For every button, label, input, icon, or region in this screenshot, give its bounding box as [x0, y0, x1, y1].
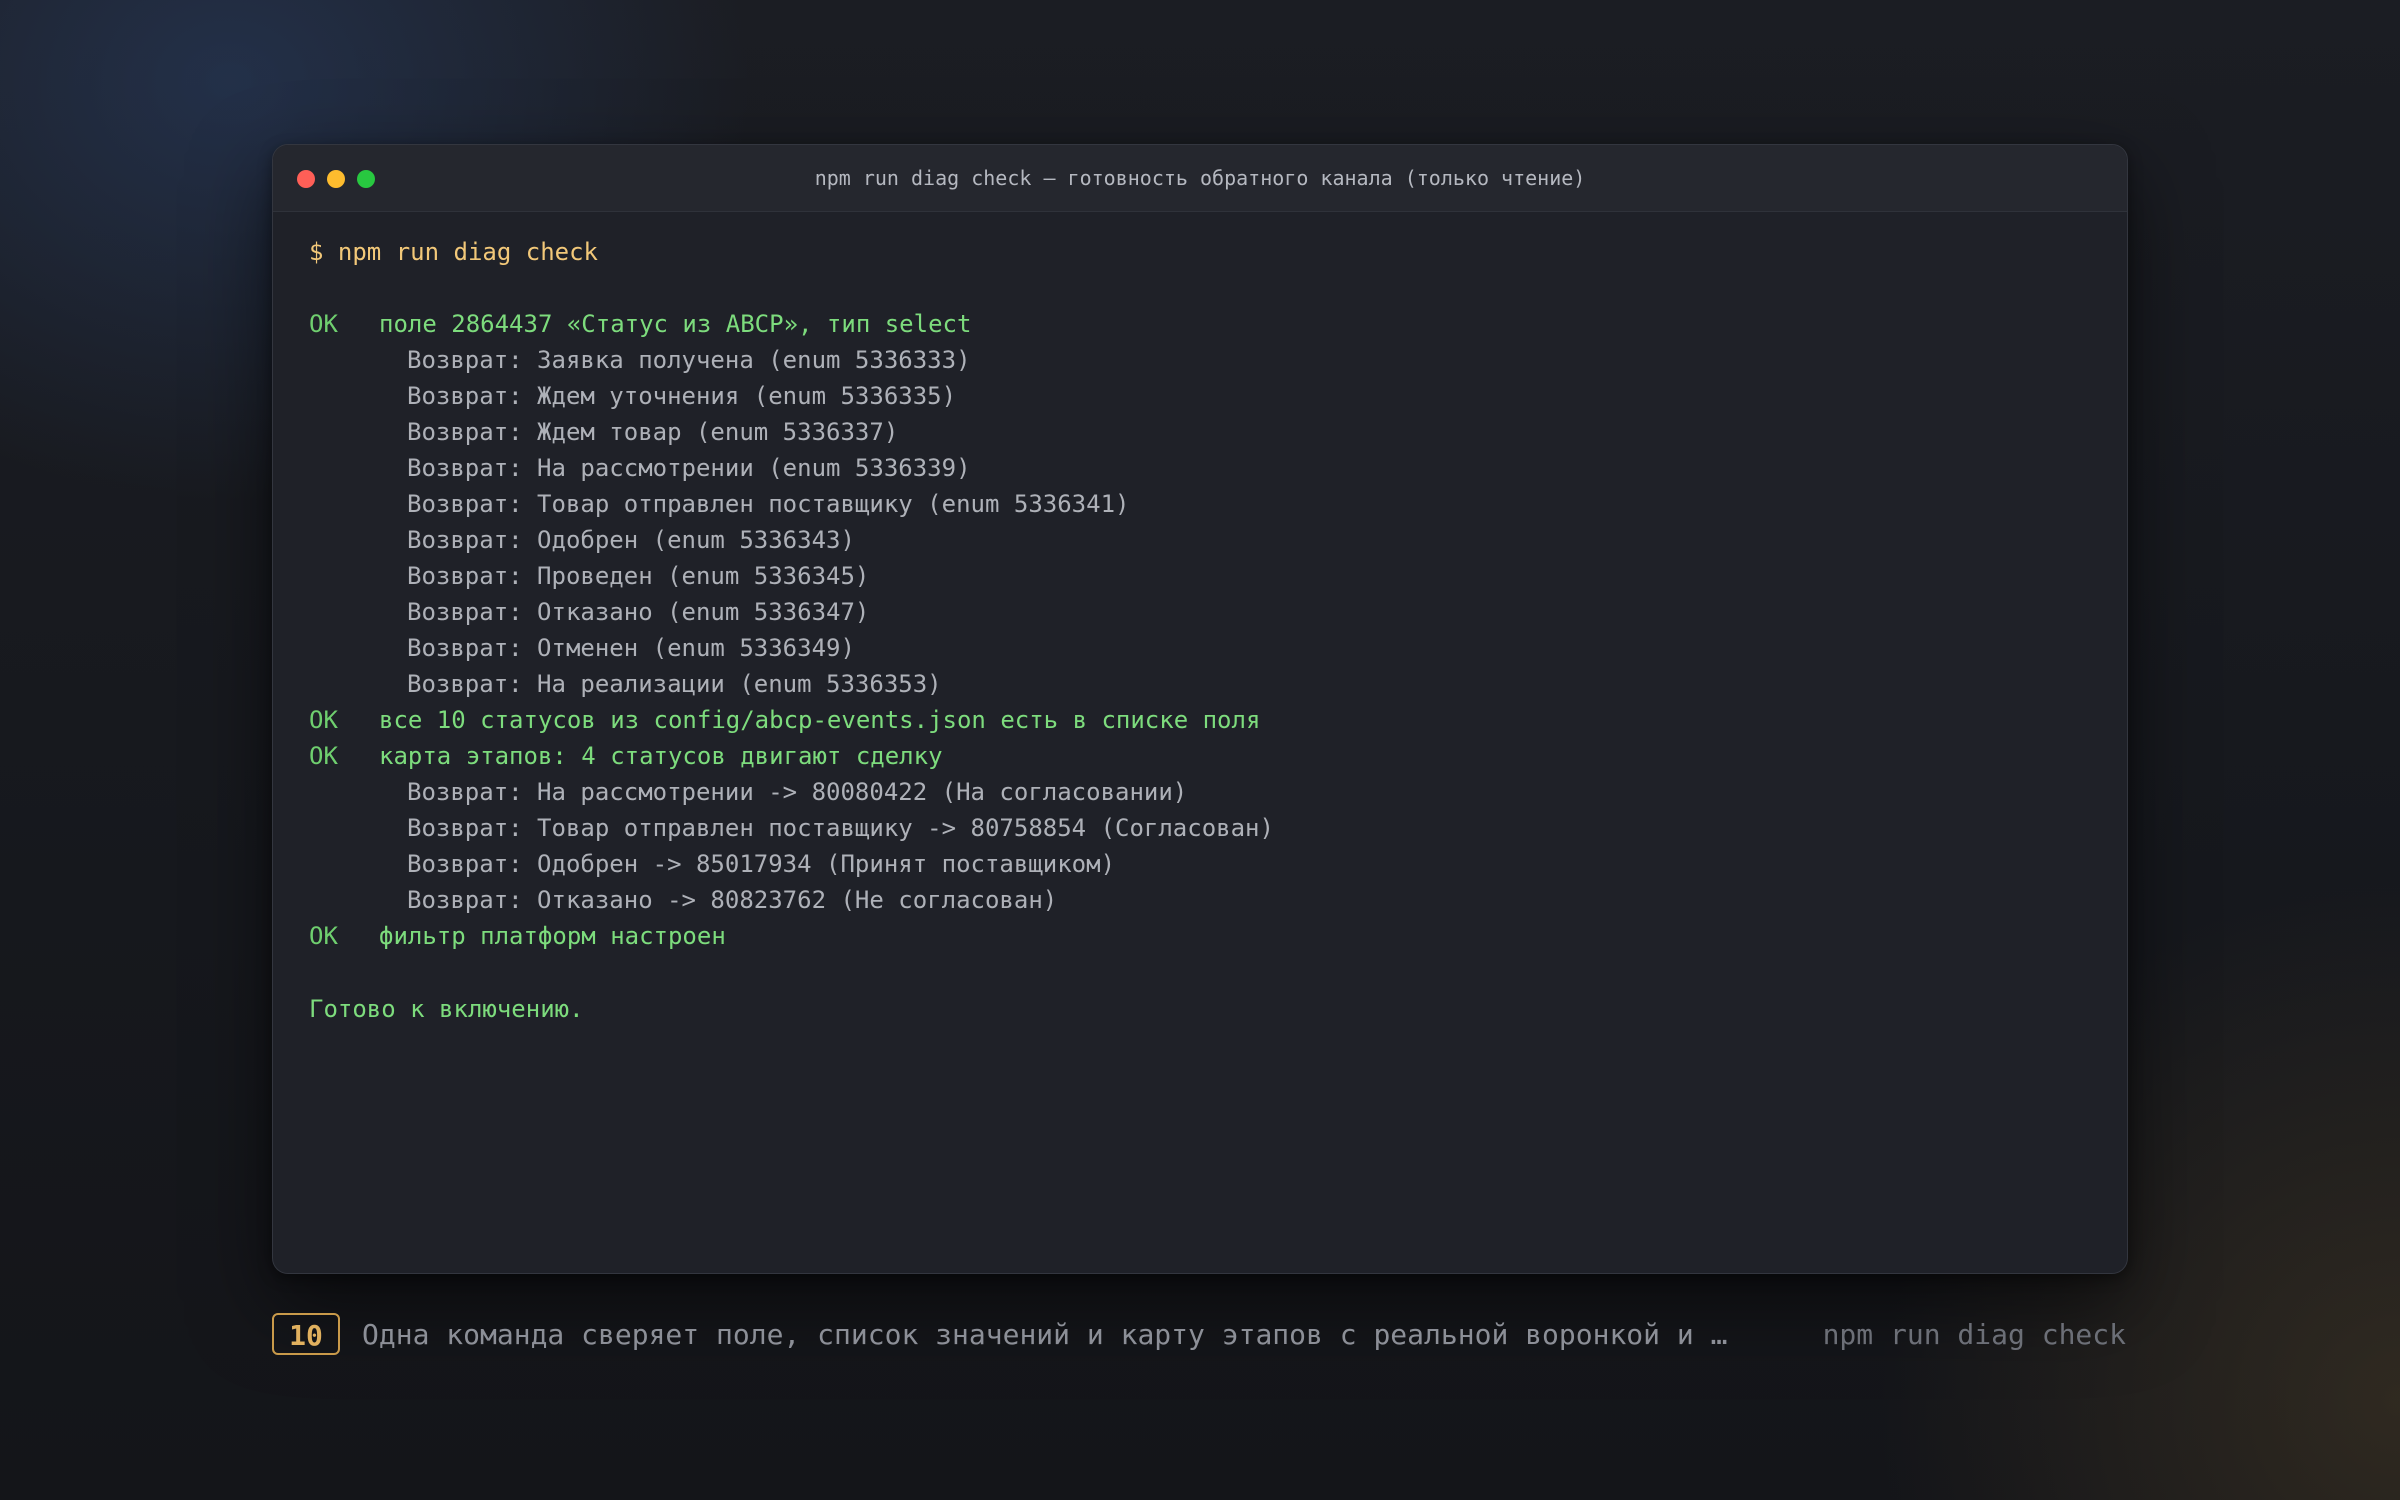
detail-line: Возврат: Отказано -> 80823762 (Не соглас…: [407, 886, 1058, 914]
detail-line: Возврат: Одобрен (enum 5336343): [407, 526, 855, 554]
ok-status: OK: [309, 922, 338, 950]
check-text: фильтр платформ настроен: [379, 922, 726, 950]
detail-line: Возврат: Заявка получена (enum 5336333): [407, 346, 971, 374]
command-hint: npm run diag check: [1822, 1318, 2126, 1351]
check-text: поле 2864437 «Статус из ABCP», тип selec…: [379, 310, 972, 338]
detail-line: Возврат: Отменен (enum 5336349): [407, 634, 855, 662]
detail-line: Возврат: Ждем товар (enum 5336337): [407, 418, 899, 446]
check-text: все 10 статусов из config/abcp-events.js…: [379, 706, 1261, 734]
check-line: OK все 10 статусов из config/abcp-events.…: [309, 702, 1260, 738]
detail-line: Возврат: На реализации (enum 5336353): [407, 670, 942, 698]
window-title: npm run diag check — готовность обратног…: [814, 166, 1586, 190]
check-line: OK фильтр платформ настроен: [309, 918, 726, 954]
command-prompt: $ npm run diag check: [309, 238, 598, 266]
detail-line: Возврат: Одобрен -> 85017934 (Принят пос…: [407, 850, 1116, 878]
detail-line: Возврат: Проведен (enum 5336345): [407, 562, 870, 590]
step-number-badge: 10: [272, 1313, 340, 1355]
ok-status: OK: [309, 742, 338, 770]
detail-line: Возврат: На рассмотрении -> 80080422 (На…: [407, 778, 1188, 806]
title-bar: npm run diag check — готовность обратног…: [273, 145, 2127, 212]
detail-line: Возврат: Ждем уточнения (enum 5336335): [407, 382, 957, 410]
check-line: OK карта этапов: 4 статусов двигают сделк…: [309, 738, 943, 774]
check-line: OK поле 2864437 «Статус из ABCP», тип sel…: [309, 306, 971, 342]
detail-line: Возврат: Товар отправлен поставщику (enu…: [407, 490, 1130, 518]
step-caption: Одна команда сверяет поле, список значен…: [362, 1318, 1742, 1351]
terminal-window: npm run diag check — готовность обратног…: [272, 144, 2128, 1274]
check-text: карта этапов: 4 статусов двигают сделку: [379, 742, 943, 770]
detail-line: Возврат: Товар отправлен поставщику -> 8…: [407, 814, 1274, 842]
result-message: Готово к включению.: [309, 995, 584, 1023]
step-footer: 10 Одна команда сверяет поле, список зна…: [272, 1313, 2126, 1357]
detail-line: Возврат: Отказано (enum 5336347): [407, 598, 870, 626]
ok-status: OK: [309, 706, 338, 734]
detail-line: Возврат: На рассмотрении (enum 5336339): [407, 454, 971, 482]
ok-status: OK: [309, 310, 338, 338]
